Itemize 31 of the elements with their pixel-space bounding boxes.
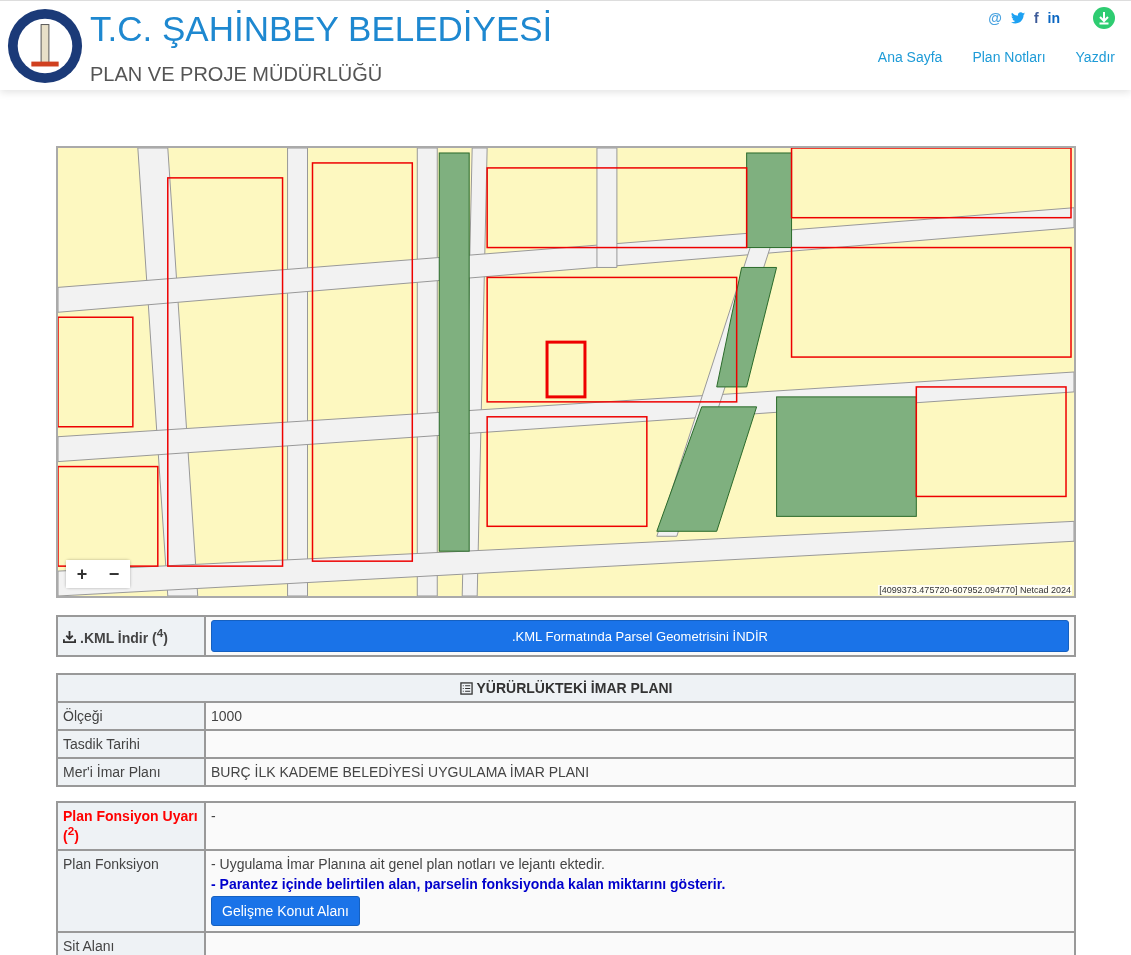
nav-link[interactable]: Yazdır [1075,49,1115,65]
email-link[interactable]: @ [988,10,1002,26]
site-subtitle: PLAN VE PROJE MÜDÜRLÜĞÜ [90,63,384,86]
emphasis-note: - Parantez içinde belirtilen alan, parselin fonksiyonda kalan miktarını gösterir. [211,875,727,892]
nav-link[interactable]: Plan Notları [972,49,1046,65]
list-icon [459,681,473,695]
map-view[interactable]: + − [4099373.475720-607952.094770] Netcad 2024 [56,146,1076,598]
download-icon[interactable] [1093,7,1115,29]
row-value: 1000 [205,702,1075,730]
table-title: YÜRÜRLÜKTEKİ İMAR PLANI [476,680,673,696]
download-icon [63,629,76,643]
row-value: BURÇ İLK KADEME BELEDİYESİ UYGULAMA İMAR PLANI [205,758,1075,786]
linkedin-link[interactable]: in [1047,10,1060,26]
row-label: Tasdik Tarihi [57,730,205,758]
row-label: Ölçeği [57,702,205,730]
warning-label: Plan Fonsiyon Uyarı ($^{2}$) [57,802,205,850]
function-button[interactable]: Gelişme Konut Alanı [211,895,360,926]
row-value: - [205,802,1075,850]
map-attribution: [4099373.475720-607952.094770] Netcad 2024 [878,585,1072,595]
nav-link[interactable]: Ana Sayfa [877,49,943,65]
plan-note: - Uygulama İmar Planına ait genel plan notları ve lejantı ektedir. [211,855,606,872]
row-label: Mer'i İmar Planı [57,758,205,786]
row-label: Plan Fonksiyon [57,849,205,932]
site-title: T.C. ŞAHİNBEY BELEDİYESİ [90,9,553,49]
kml-label: .KML İndir ($^{4}$) [80,626,168,646]
facebook-link[interactable]: f [1033,10,1039,26]
row-label: Sit Alanı [57,931,205,955]
bird-icon[interactable] [1010,12,1025,24]
zoom-in-button[interactable]: + [66,560,98,588]
zoom-out-button[interactable]: − [98,560,130,588]
download-kml-button[interactable]: .KML Formatında Parsel Geometrisini İNDİR [211,620,1069,652]
